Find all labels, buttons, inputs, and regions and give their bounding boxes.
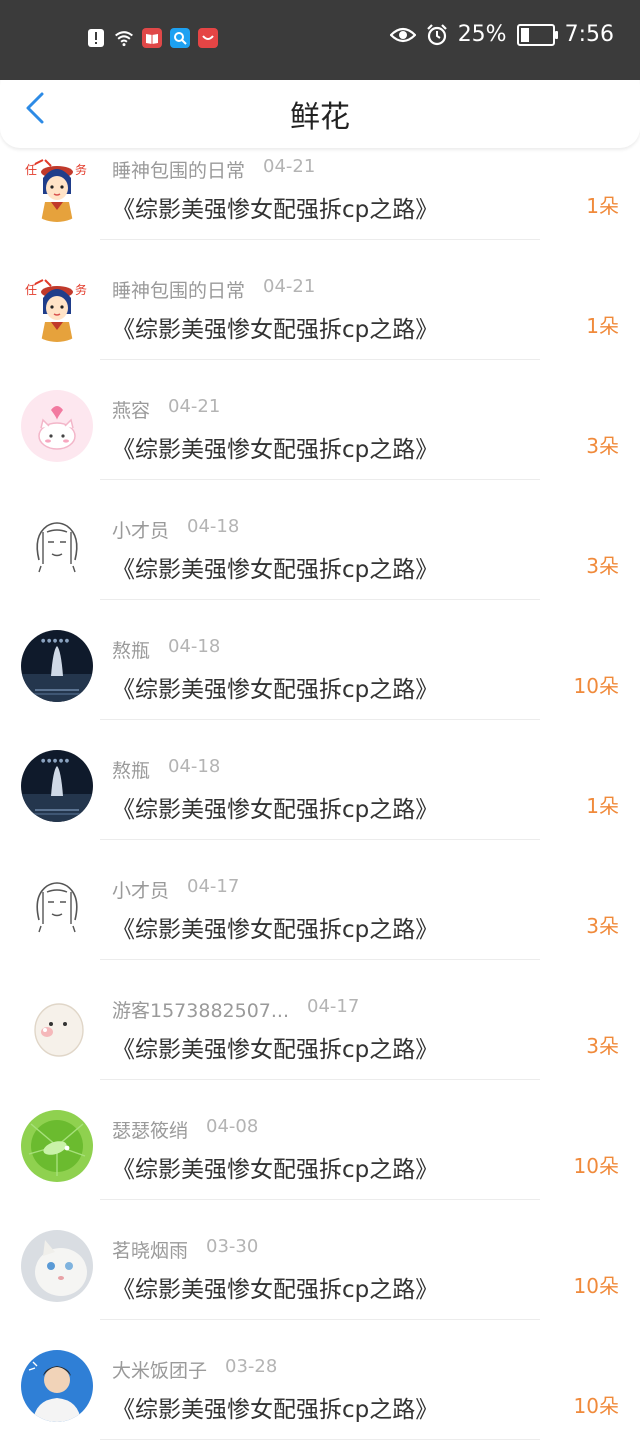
avatar[interactable] bbox=[21, 510, 93, 582]
book-title: 《综影美强惨女配强拆cp之路》 bbox=[112, 1397, 439, 1423]
avatar[interactable] bbox=[21, 1230, 93, 1302]
svg-text:● ● ● ● ●: ● ● ● ● ● bbox=[41, 758, 70, 764]
list-item[interactable]: 游客1573882507... 04-17 《综影美强惨女配强拆cp之路》 3朵 bbox=[0, 960, 640, 1080]
eye-icon bbox=[389, 24, 416, 46]
book-title: 《综影美强惨女配强拆cp之路》 bbox=[112, 1037, 439, 1063]
flower-count: 1朵 bbox=[586, 794, 619, 818]
status-bar-left-icons bbox=[86, 27, 218, 49]
book-title: 《综影美强惨女配强拆cp之路》 bbox=[112, 1277, 439, 1303]
username: 游客1573882507... bbox=[112, 1000, 290, 1022]
list-item[interactable]: 燕容 04-21 《综影美强惨女配强拆cp之路》 3朵 bbox=[0, 360, 640, 480]
list-item[interactable]: ● ● ● ● ● 熬瓶 04-18 《综影美强惨女配强拆cp之路》 1朵 bbox=[0, 720, 640, 840]
svg-text:任: 任 bbox=[25, 283, 37, 297]
clock-time: 7:56 bbox=[564, 22, 614, 47]
page-title: 鲜花 bbox=[290, 100, 350, 135]
svg-text:● ● ● ● ●: ● ● ● ● ● bbox=[41, 638, 70, 644]
gift-date: 03-30 bbox=[206, 1236, 259, 1257]
gift-date: 04-21 bbox=[263, 276, 316, 297]
flower-count: 1朵 bbox=[586, 314, 619, 338]
alarm-icon bbox=[426, 23, 448, 46]
flower-count: 1朵 bbox=[586, 194, 619, 218]
gift-date: 03-28 bbox=[225, 1356, 278, 1377]
flower-count: 10朵 bbox=[573, 674, 619, 698]
username: 小才员 bbox=[112, 880, 170, 902]
gift-date: 04-18 bbox=[168, 636, 221, 657]
list-item[interactable]: 大米饭团子 03-28 《综影美强惨女配强拆cp之路》 10朵 bbox=[0, 1320, 640, 1440]
flower-count: 3朵 bbox=[586, 434, 619, 458]
book-title: 《综影美强惨女配强拆cp之路》 bbox=[112, 317, 439, 343]
book-title: 《综影美强惨女配强拆cp之路》 bbox=[112, 677, 439, 703]
list-item[interactable]: ● ● ● ● ● 熬瓶 04-18 《综影美强惨女配强拆cp之路》 10朵 bbox=[0, 600, 640, 720]
book-title: 《综影美强惨女配强拆cp之路》 bbox=[112, 197, 439, 223]
status-bar-right: 25% 7:56 bbox=[389, 22, 614, 47]
search-app-icon bbox=[170, 28, 190, 48]
gift-date: 04-18 bbox=[168, 756, 221, 777]
battery-percent: 25% bbox=[457, 22, 507, 47]
username: 小才员 bbox=[112, 520, 170, 542]
avatar[interactable] bbox=[21, 1110, 93, 1182]
book-title: 《综影美强惨女配强拆cp之路》 bbox=[112, 917, 439, 943]
avatar[interactable] bbox=[21, 1350, 93, 1422]
list-item[interactable]: 瑟瑟筱绡 04-08 《综影美强惨女配强拆cp之路》 10朵 bbox=[0, 1080, 640, 1200]
svg-text:务: 务 bbox=[75, 282, 87, 297]
flower-count: 10朵 bbox=[573, 1274, 619, 1298]
book-title: 《综影美强惨女配强拆cp之路》 bbox=[112, 1157, 439, 1183]
username: 瑟瑟筱绡 bbox=[112, 1120, 189, 1142]
flower-count: 10朵 bbox=[573, 1154, 619, 1178]
flower-list: 任务睡神包围的日常 04-21 《综影美强惨女配强拆cp之路》 1朵任务睡神包围的日常… bbox=[0, 120, 640, 1440]
battery-icon bbox=[516, 23, 558, 46]
book-app-icon bbox=[142, 28, 162, 48]
flower-count: 3朵 bbox=[586, 554, 619, 578]
username: 茗晓烟雨 bbox=[112, 1240, 189, 1262]
list-item[interactable]: 茗晓烟雨 03-30 《综影美强惨女配强拆cp之路》 10朵 bbox=[0, 1200, 640, 1320]
list-item[interactable]: 小才员 04-18 《综影美强惨女配强拆cp之路》 3朵 bbox=[0, 480, 640, 600]
list-item[interactable]: 任务睡神包围的日常 04-21 《综影美强惨女配强拆cp之路》 1朵 bbox=[0, 240, 640, 360]
avatar[interactable]: 任务 bbox=[21, 270, 93, 342]
username: 熬瓶 bbox=[112, 760, 151, 782]
avatar[interactable]: ● ● ● ● ● bbox=[21, 630, 93, 702]
gift-date: 04-08 bbox=[206, 1116, 259, 1137]
avatar[interactable]: ● ● ● ● ● bbox=[21, 750, 93, 822]
flower-count: 3朵 bbox=[586, 1034, 619, 1058]
username: 大米饭团子 bbox=[112, 1360, 208, 1382]
avatar[interactable] bbox=[21, 990, 93, 1062]
book-title: 《综影美强惨女配强拆cp之路》 bbox=[112, 557, 439, 583]
avatar[interactable] bbox=[21, 870, 93, 942]
book-title: 《综影美强惨女配强拆cp之路》 bbox=[112, 437, 439, 463]
gift-date: 04-17 bbox=[187, 876, 240, 897]
huawei-app-icon bbox=[198, 28, 218, 48]
username: 熬瓶 bbox=[112, 640, 151, 662]
svg-text:任: 任 bbox=[25, 163, 37, 177]
svg-text:务: 务 bbox=[75, 162, 87, 177]
book-title: 《综影美强惨女配强拆cp之路》 bbox=[112, 797, 439, 823]
username: 睡神包围的日常 bbox=[112, 160, 246, 182]
wifi-icon bbox=[114, 27, 134, 49]
notification-icon bbox=[86, 27, 106, 49]
avatar[interactable]: 任务 bbox=[21, 150, 93, 222]
gift-date: 04-21 bbox=[263, 156, 316, 177]
gift-date: 04-21 bbox=[168, 396, 221, 417]
status-bar: 25% 7:56 bbox=[0, 0, 640, 80]
username: 睡神包围的日常 bbox=[112, 280, 246, 302]
flower-count: 10朵 bbox=[573, 1394, 619, 1418]
avatar[interactable] bbox=[21, 390, 93, 462]
username: 燕容 bbox=[112, 400, 151, 422]
gift-date: 04-18 bbox=[187, 516, 240, 537]
list-item[interactable]: 小才员 04-17 《综影美强惨女配强拆cp之路》 3朵 bbox=[0, 840, 640, 960]
flower-count: 3朵 bbox=[586, 914, 619, 938]
gift-date: 04-17 bbox=[307, 996, 360, 1017]
